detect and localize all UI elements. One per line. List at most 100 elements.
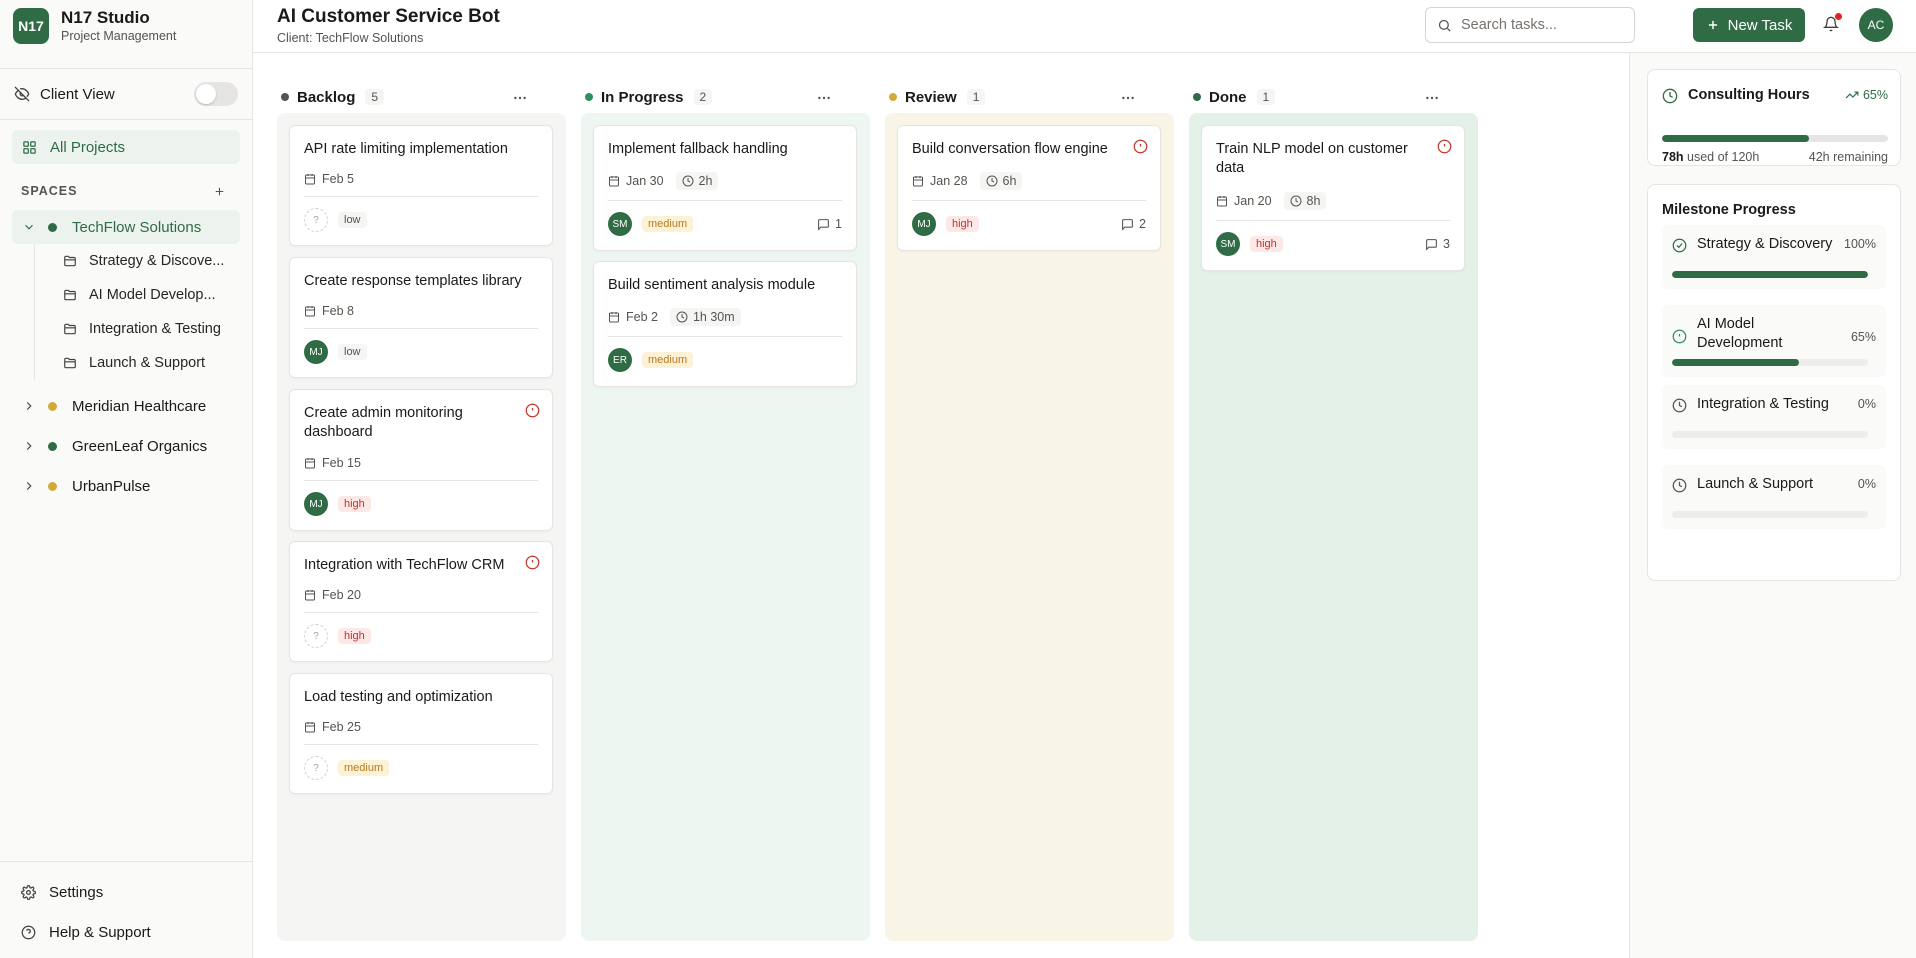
task-meta: Feb 20 [304, 588, 361, 602]
milestone-in-progress-icon [1672, 329, 1687, 344]
priority-badge: medium [338, 760, 390, 776]
eye-off-icon [14, 86, 30, 102]
column-more-icon[interactable] [816, 90, 832, 106]
calendar-icon [912, 175, 924, 187]
search-box[interactable] [1425, 7, 1635, 43]
assignee-avatar[interactable]: SM [1216, 232, 1240, 256]
space-meridian[interactable]: Meridian Healthcare [12, 386, 240, 426]
column-header: Backlog 5 [253, 80, 542, 114]
task-card[interactable]: API rate limiting implementation Feb 5? l… [289, 125, 553, 246]
plus-icon [1706, 18, 1720, 32]
column-header: In Progress 2 [557, 80, 846, 114]
task-card[interactable]: Create response templates library Feb 8 M… [289, 257, 553, 378]
task-card[interactable]: Train NLP model on customer data Jan 20 8… [1201, 125, 1465, 271]
task-title: Integration with TechFlow CRM [304, 557, 505, 573]
task-due-date: Feb 2 [626, 310, 658, 324]
priority-badge: high [1250, 236, 1283, 252]
hours-used: 78h used of 120h [1662, 150, 1759, 164]
new-task-button[interactable]: New Task [1693, 8, 1805, 42]
unassigned-avatar[interactable]: ? [304, 208, 328, 232]
help-link[interactable]: Help & Support [0, 912, 252, 952]
assignee-avatar[interactable]: MJ [304, 492, 328, 516]
project-name: Integration & Testing [89, 321, 221, 337]
chevron-right-icon[interactable] [22, 399, 36, 413]
hours-remaining: 42h remaining [1808, 150, 1888, 164]
task-footer: ? high [304, 624, 538, 648]
spaces-heading-label: SPACES [21, 184, 78, 198]
project-item[interactable]: Launch & Support [35, 346, 252, 380]
milestone-name: Launch & Support [1697, 476, 1814, 492]
column-count: 5 [365, 89, 385, 105]
task-hours-value: 2h [698, 174, 713, 188]
milestone-item[interactable]: Launch & Support 0% [1662, 465, 1886, 529]
nav-all-projects[interactable]: All Projects [12, 130, 240, 164]
milestone-item[interactable]: Integration & Testing 0% [1662, 385, 1886, 449]
milestone-item[interactable]: AI Model Development 65% [1662, 305, 1886, 377]
alert-circle-icon [525, 555, 540, 570]
column-more-icon[interactable] [1424, 90, 1440, 106]
search-input[interactable] [1461, 17, 1621, 33]
task-title: API rate limiting implementation [304, 141, 508, 157]
chevron-down-icon[interactable] [22, 220, 36, 234]
comment-count: 2 [1121, 217, 1146, 231]
task-card[interactable]: Load testing and optimization Feb 25? med… [289, 673, 553, 794]
priority-badge: high [338, 496, 371, 512]
space-greenleaf[interactable]: GreenLeaf Organics [12, 426, 240, 466]
comment-count: 1 [817, 217, 842, 231]
column-more-icon[interactable] [1120, 90, 1136, 106]
client-view-toggle[interactable] [194, 82, 238, 106]
grid-icon [22, 140, 37, 155]
project-item[interactable]: AI Model Develop... [35, 278, 252, 312]
milestone-progress-title: Milestone Progress [1662, 202, 1796, 218]
chevron-right-icon[interactable] [22, 479, 36, 493]
column-body: Train NLP model on customer data Jan 20 8… [1189, 113, 1478, 941]
assignee-avatar[interactable]: MJ [304, 340, 328, 364]
user-avatar[interactable]: AC [1859, 8, 1893, 42]
task-meta: Jan 28 6h [912, 172, 1023, 190]
project-item[interactable]: Strategy & Discove... [35, 244, 252, 278]
task-footer: ? medium [304, 756, 538, 780]
assignee-avatar[interactable]: ER [608, 348, 632, 372]
notifications-button[interactable] [1823, 13, 1842, 33]
help-label: Help & Support [49, 923, 151, 941]
card-divider [304, 612, 538, 613]
message-icon [1425, 238, 1438, 251]
task-title: Implement fallback handling [608, 141, 788, 157]
clock-icon [1662, 88, 1678, 104]
calendar-icon [608, 311, 620, 323]
space-techflow[interactable]: TechFlow Solutions [12, 210, 240, 244]
right-panel: Consulting Hours 65% 78h used of 120h 42… [1629, 53, 1916, 958]
task-card[interactable]: Build conversation flow engine Jan 28 6h M… [897, 125, 1161, 251]
column-body: API rate limiting implementation Feb 5? l… [277, 113, 566, 941]
card-divider [304, 196, 538, 197]
milestone-name: Strategy & Discovery [1697, 236, 1833, 252]
task-title: Load testing and optimization [304, 689, 493, 705]
brand-subtitle: Project Management [61, 29, 177, 43]
column-more-icon[interactable] [512, 90, 528, 106]
space-urbanpulse[interactable]: UrbanPulse [12, 466, 240, 506]
milestone-item[interactable]: Strategy & Discovery 100% [1662, 225, 1886, 289]
priority-badge: medium [642, 352, 694, 368]
calendar-icon [304, 721, 316, 733]
task-meta: Jan 20 8h [1216, 192, 1327, 210]
task-card[interactable]: Create admin monitoring dashboard Feb 15… [289, 389, 553, 531]
add-space-icon[interactable] [213, 185, 226, 198]
project-item[interactable]: Integration & Testing [35, 312, 252, 346]
chevron-right-icon[interactable] [22, 439, 36, 453]
assignee-avatar[interactable]: SM [608, 212, 632, 236]
unassigned-avatar[interactable]: ? [304, 624, 328, 648]
folder-icon [63, 356, 77, 370]
task-card[interactable]: Implement fallback handling Jan 30 2h SM me… [593, 125, 857, 251]
calendar-icon [304, 457, 316, 469]
task-title: Build sentiment analysis module [608, 277, 816, 293]
settings-link[interactable]: Settings [0, 872, 252, 912]
column-count: 1 [1256, 89, 1276, 105]
assignee-avatar[interactable]: MJ [912, 212, 936, 236]
notification-dot [1835, 13, 1842, 20]
unassigned-avatar[interactable]: ? [304, 756, 328, 780]
page-subtitle: Client: TechFlow Solutions [277, 31, 424, 45]
task-card[interactable]: Integration with TechFlow CRM Feb 20 ? hig… [289, 541, 553, 662]
brand[interactable]: N17 N17 Studio Project Management [0, 0, 252, 52]
task-hours: 6h [979, 172, 1023, 190]
task-card[interactable]: Build sentiment analysis module Feb 2 1h … [593, 261, 857, 387]
